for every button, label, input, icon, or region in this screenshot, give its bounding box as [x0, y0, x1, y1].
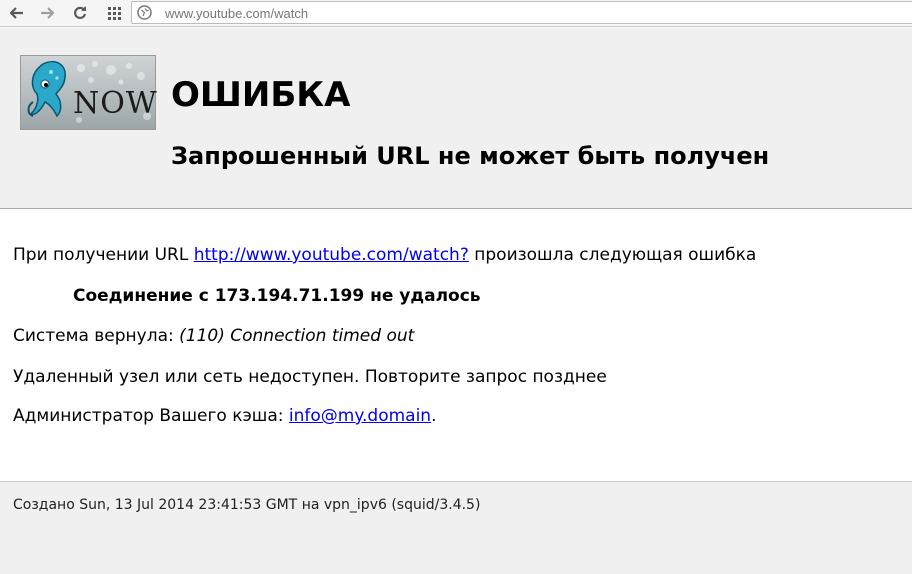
admin-email-link[interactable]: info@my.domain [289, 406, 431, 426]
page-footer: Создано Sun, 13 Jul 2014 23:41:53 GMT на… [0, 481, 912, 574]
connection-error: Соединение с 173.194.71.199 не удалось [73, 286, 481, 306]
page-subtitle: Запрошенный URL не может быть получен [171, 142, 770, 170]
requested-url-link[interactable]: http://www.youtube.com/watch? [194, 245, 469, 265]
back-arrow-icon[interactable] [7, 4, 27, 22]
address-url[interactable]: www.youtube.com/watch [165, 6, 308, 21]
fetch-prefix: При получении URL [13, 245, 194, 265]
browser-toolbar: www.youtube.com/watch [0, 0, 912, 27]
generated-by-text: Создано Sun, 13 Jul 2014 23:41:53 GMT на… [13, 497, 481, 513]
apps-grid-icon[interactable] [104, 4, 124, 22]
squid-logo: NOW [20, 55, 158, 130]
forward-arrow-icon[interactable] [37, 4, 57, 22]
system-prefix: Система вернула: [13, 326, 180, 346]
page-title: ОШИБКА [171, 75, 351, 115]
reload-icon[interactable] [70, 4, 90, 22]
address-bar[interactable]: www.youtube.com/watch [131, 1, 912, 24]
fetch-suffix: произошла следующая ошибка [468, 245, 757, 265]
cache-admin-line: Администратор Вашего кэша: info@my.domai… [13, 405, 436, 427]
system-error-value: (110) Connection timed out [179, 326, 415, 346]
fetch-error-line: При получении URL http://www.youtube.com… [13, 244, 756, 266]
admin-suffix: . [431, 406, 437, 426]
unreachable-message: Удаленный узел или сеть недоступен. Повт… [13, 367, 607, 387]
logo-text: NOW [73, 86, 158, 121]
system-returned-line: Система вернула: (110) Connection timed … [13, 325, 414, 347]
site-info-icon[interactable] [137, 5, 152, 20]
admin-prefix: Администратор Вашего кэша: [13, 406, 289, 426]
